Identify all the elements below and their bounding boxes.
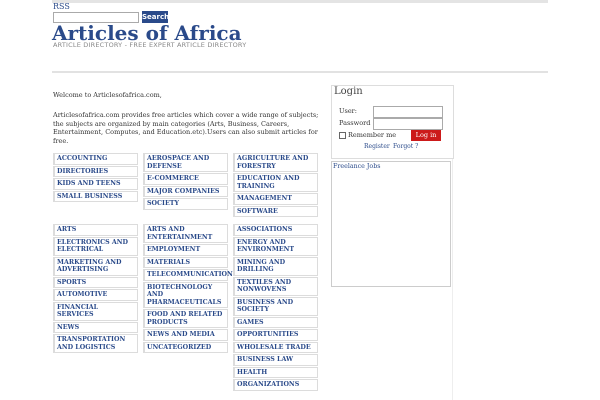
category-link[interactable]: AEROSPACE AND DEFENSE (143, 153, 228, 172)
category-link[interactable]: EMPLOYMENT (143, 244, 228, 256)
category-column-3-bottom: ASSOCIATIONS ENERGY AND ENVIRONMENT MINING… (233, 224, 318, 392)
user-label: User: (339, 107, 357, 115)
category-link[interactable]: FOOD AND RELATED PRODUCTS (143, 309, 228, 328)
category-link[interactable]: SPORTS (53, 276, 138, 288)
category-link[interactable]: ARTS (53, 224, 138, 236)
top-bar (52, 0, 548, 3)
category-link[interactable]: ELECTRONICS AND ELECTRICAL (53, 236, 138, 256)
category-column-3-top: AGRICULTURE AND FORESTRY EDUCATION AND TR… (233, 153, 318, 218)
category-link[interactable]: KIDS AND TEENS (53, 178, 138, 190)
category-link[interactable]: BIOTECHNOLOGY AND PHARMACEUTICALS (143, 281, 228, 308)
category-link[interactable]: E-COMMERCE (143, 173, 228, 185)
category-link[interactable]: ARTS AND ENTERTAINMENT (143, 224, 228, 243)
category-link[interactable]: MARKETING AND ADVERTISING (53, 256, 138, 276)
category-link[interactable]: AUTOMOTIVE (53, 289, 138, 301)
category-link[interactable]: WHOLESALE TRADE (233, 341, 318, 353)
category-column-1-bottom: ARTS ELECTRONICS AND ELECTRICAL MARKETING … (53, 224, 138, 354)
category-link[interactable]: HEALTH (233, 366, 318, 378)
password-input[interactable] (373, 118, 443, 130)
intro-text: Articlesofafrica.com provides free artic… (53, 111, 319, 145)
remember-me-label: Remember me (348, 131, 397, 139)
category-column-2-bottom: ARTS AND ENTERTAINMENT EMPLOYMENT MATERIAL… (143, 224, 237, 354)
category-link[interactable]: EDUCATION AND TRAINING (233, 173, 318, 192)
category-link[interactable]: SOFTWARE (233, 205, 318, 217)
category-link[interactable]: SMALL BUSINESS (53, 190, 138, 202)
category-link[interactable]: NEWS AND MEDIA (143, 329, 228, 341)
register-link[interactable]: Register (364, 143, 390, 150)
category-link[interactable]: ASSOCIATIONS (233, 224, 318, 236)
category-link[interactable]: ACCOUNTING (53, 153, 138, 165)
password-label: Password (339, 119, 371, 127)
header-divider (52, 71, 548, 73)
category-column-1-top: ACCOUNTING DIRECTORIES KIDS AND TEENS SMALL… (53, 153, 138, 203)
login-button[interactable]: Log in (411, 130, 441, 141)
login-title: Login (334, 86, 363, 97)
remember-me-checkbox[interactable] (339, 132, 346, 139)
category-link[interactable]: SOCIETY (143, 198, 228, 210)
category-link[interactable]: ORGANIZATIONS (233, 379, 318, 391)
user-input[interactable] (373, 106, 443, 118)
category-link[interactable]: FINANCIAL SERVICES (53, 301, 138, 321)
category-link[interactable]: UNCATEGORIZED (143, 341, 228, 353)
category-link[interactable]: ENERGY AND ENVIRONMENT (233, 236, 318, 256)
category-link[interactable]: TELECOMMUNICATIONS (143, 269, 237, 281)
category-link[interactable]: TRANSPORTATION AND LOGISTICS (53, 334, 138, 353)
category-link[interactable]: OPPORTUNITIES (233, 329, 318, 341)
category-link[interactable]: MANAGEMENT (233, 193, 318, 205)
category-link[interactable]: BUSINESS AND SOCIETY (233, 296, 318, 316)
category-link[interactable]: NEWS (53, 321, 138, 333)
category-link[interactable]: MAJOR COMPANIES (143, 185, 228, 197)
category-column-2-top: AEROSPACE AND DEFENSE E-COMMERCE MAJOR COM… (143, 153, 228, 211)
category-link[interactable]: DIRECTORIES (53, 165, 138, 177)
site-tagline: ARTICLE DIRECTORY - FREE EXPERT ARTICLE … (53, 41, 247, 49)
rss-link[interactable]: RSS (53, 2, 70, 11)
freelance-jobs-widget (331, 161, 451, 287)
forgot-password-link[interactable]: Forgot ? (393, 143, 418, 150)
category-link[interactable]: MINING AND DRILLING (233, 256, 318, 276)
welcome-text: Welcome to Articlesofafrica.com, (53, 91, 162, 99)
freelance-jobs-link[interactable]: Freelance Jobs (333, 163, 381, 170)
category-link[interactable]: BUSINESS LAW (233, 354, 318, 366)
category-link[interactable]: GAMES (233, 316, 318, 328)
category-link[interactable]: AGRICULTURE AND FORESTRY (233, 153, 318, 172)
category-link[interactable]: TEXTILES AND NONWOVENS (233, 276, 318, 296)
category-link[interactable]: MATERIALS (143, 256, 228, 268)
